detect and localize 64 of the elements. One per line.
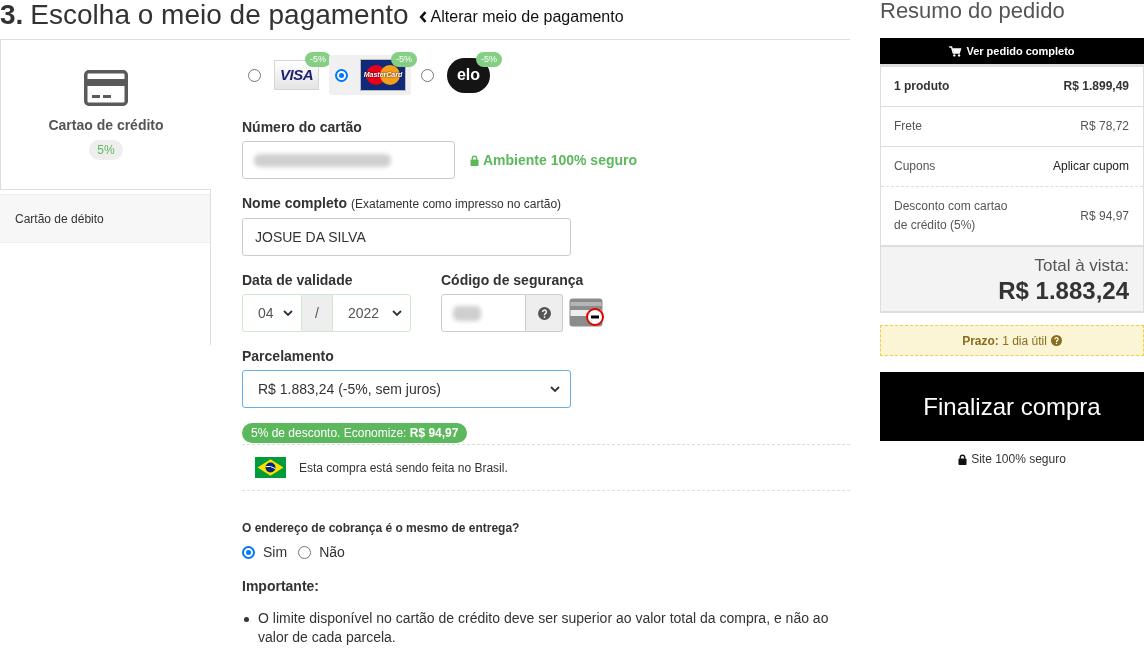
bullet-icon [244,617,249,622]
row-value: R$ 94,97 [1080,207,1129,225]
lock-icon [958,453,968,465]
flag-icon [255,457,286,478]
field-label: Número do cartão [242,118,363,137]
row-label: Desconto com cartao de crédito (5%) [894,198,1009,234]
change-payment-link[interactable]: Alterar meio de pagamento [418,5,624,29]
total-label: Total à vista: [1033,255,1129,277]
year-select[interactable]: 2022 [332,294,411,332]
radio-button[interactable] [335,68,348,82]
row-label: Frete [894,118,922,135]
radio-label[interactable]: Sim [263,541,288,563]
lock-icon [470,154,479,166]
month-select[interactable]: 04 [242,294,302,332]
checkout-button[interactable]: Finalizar compra [880,372,1144,441]
credit-card-icon [84,70,128,106]
summary-title: Resumo do pedido [880,0,1066,22]
chevron-left-icon [418,11,427,23]
list-item-text: O limite disponível no cartão de crédito deve ser superior ao valor total da compra, e não ao valor de cada parcela. [258,609,830,647]
field-label: Nome completo [242,194,347,213]
total-amount: R$ 1.883,24 [997,277,1129,305]
blurred-value [453,305,481,321]
radio-button[interactable] [242,545,255,559]
page-title: Escolha o meio de pagamento [30,0,409,30]
full-name-input[interactable]: JOSUE DA SILVA [242,218,571,256]
field-label: Código de segurança [441,271,585,290]
discount-badge: -5% [476,52,502,67]
radio-label[interactable]: Não [319,541,345,563]
chevron-down-icon [550,386,560,392]
cart-icon [949,45,963,57]
card-back-icon [569,297,605,329]
field-label: Parcelamento [242,347,335,366]
help-button[interactable] [526,294,563,332]
field-label: Data de validade [242,271,354,290]
discount-badge: 5% [89,140,123,160]
row-value: R$ 1.899,49 [1063,78,1129,95]
section-title: Importante: [242,577,320,596]
installments-select[interactable]: R$ 1.883,24 (-5%, sem juros) [242,370,571,408]
question-circle-icon [537,306,551,320]
row-value: R$ 78,72 [1080,118,1129,135]
chevron-down-icon [392,310,402,316]
secure-site-text: Site 100% seguro [971,451,1066,467]
discount-badge: 5% de desconto. Economize: R$ 94,97 [242,423,468,443]
date-separator: / [302,294,332,332]
security-note: Ambiente 100% seguro [483,150,638,170]
radio-button[interactable] [248,68,261,82]
security-code-input[interactable] [441,294,526,332]
chevron-down-icon [283,310,293,316]
question-circle-icon[interactable] [1050,335,1062,346]
country-note: Esta compra está sendo feita no Brasil. [299,459,508,477]
radio-button[interactable] [298,545,312,559]
card-number-input[interactable] [242,141,455,179]
question-label: O endereço de cobrança é o mesmo de entrega? [242,520,521,536]
payment-method-tab[interactable]: Cartao de crédito 5% [0,40,211,190]
delivery-deadline: Prazo: 1 dia útil [962,332,1047,350]
discount-badge: -5% [391,52,417,67]
radio-button[interactable] [421,68,434,82]
row-label: Cupons [894,158,936,175]
payment-method-tab[interactable]: Cartão de débito [0,194,210,243]
field-hint: (Exatamente como impresso no cartão) [351,196,562,213]
row-label: 1 produto [894,78,950,95]
step-number: 3. [0,0,24,30]
apply-coupon-link[interactable]: Aplicar cupom [1052,157,1129,176]
view-order-button[interactable]: Ver pedido completo [880,38,1144,67]
